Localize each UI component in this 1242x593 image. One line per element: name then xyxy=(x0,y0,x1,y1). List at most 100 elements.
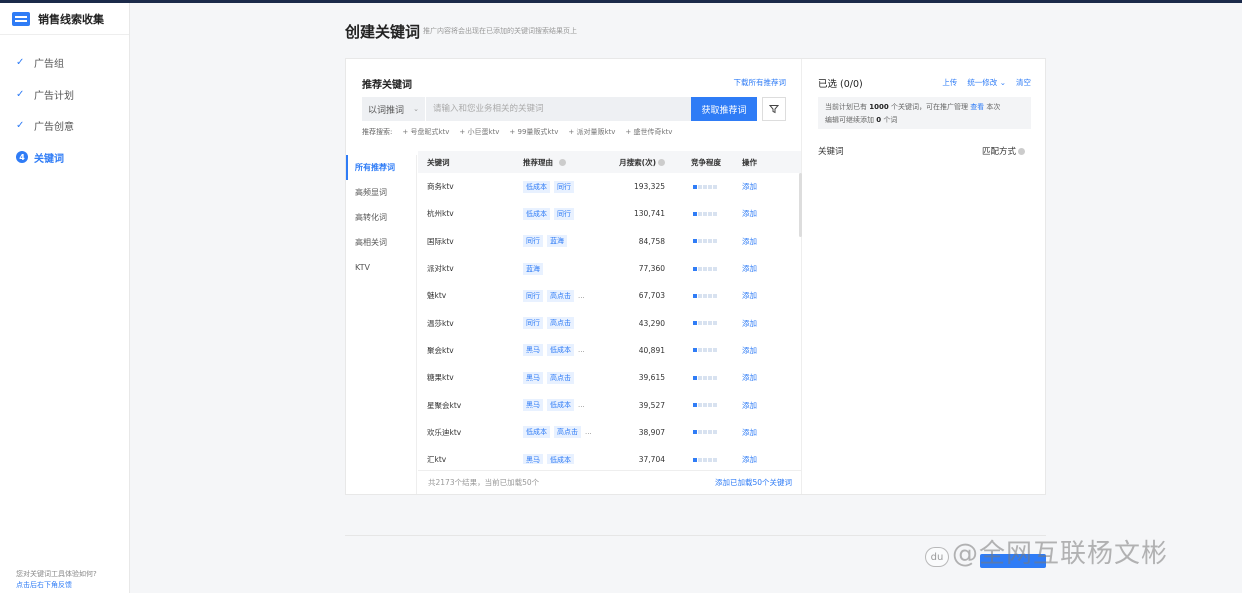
reason-tag: 高点击 xyxy=(554,426,581,439)
reason-tag: 高点击 xyxy=(547,317,574,330)
get-recommend-button[interactable]: 获取推荐词 xyxy=(691,97,757,121)
add-keyword-button[interactable]: 添加 xyxy=(727,181,777,192)
reason-tag: 同行 xyxy=(554,180,574,193)
competition-segment xyxy=(698,348,702,353)
keyword-table: 关键词 推荐理由 月搜索(次) 竞争程度 操作 商务ktv 低成本 同行 193,32… xyxy=(418,151,801,464)
feedback-link[interactable]: 点击后右下角反馈 xyxy=(16,580,97,591)
suggestion-item[interactable]: + 盛世传奇ktv xyxy=(625,127,672,137)
keyword-cell: 魅ktv xyxy=(427,291,447,301)
step-ad-group[interactable]: ✓ 广告组 xyxy=(0,47,129,79)
reason-tag: 同行 xyxy=(554,207,574,220)
help-icon[interactable] xyxy=(559,158,566,166)
reason-cell: 同行 高点击... xyxy=(523,289,608,302)
add-keyword-button[interactable]: 添加 xyxy=(727,345,777,356)
download-all-link[interactable]: 下载所有推荐词 xyxy=(734,77,787,88)
selected-col-match: 匹配方式 xyxy=(982,145,1025,157)
reason-cell: 黑马 低成本... xyxy=(523,344,608,357)
upload-button[interactable]: 上传 xyxy=(942,77,957,88)
header-competition: 竞争程度 xyxy=(691,157,721,167)
step-keywords[interactable]: 4 关键词 xyxy=(0,142,129,174)
table-row: 温莎ktv 同行 高点击 43,290 添加 xyxy=(418,309,801,336)
competition-meter xyxy=(665,321,727,326)
step-ad-creative[interactable]: ✓ 广告创意 xyxy=(0,110,129,142)
help-icon[interactable] xyxy=(1018,148,1025,155)
table-row: 国际ktv 同行 蓝海 84,758 添加 xyxy=(418,228,801,255)
suggestion-item[interactable]: + 号盘昵式ktv xyxy=(402,127,449,137)
app-logo-icon xyxy=(12,11,30,26)
suggestion-item[interactable]: + 派对量贩ktv xyxy=(568,127,615,137)
category-high-display[interactable]: 高频显词 xyxy=(346,180,416,205)
table-row: 魅ktv 同行 高点击... 67,703 添加 xyxy=(418,282,801,309)
add-keyword-button[interactable]: 添加 xyxy=(727,208,777,219)
add-keyword-button[interactable]: 添加 xyxy=(727,427,777,438)
competition-segment xyxy=(708,403,712,408)
reason-tag: 黑马 xyxy=(523,399,543,412)
mode-select[interactable]: 以词推词 ⌄ xyxy=(362,97,426,121)
table-scrollbar[interactable] xyxy=(799,173,802,237)
selected-panel: 已选 (0/0) 上传 统一修改 ⌄ 清空 当前计划已有 1000 个关键词，可… xyxy=(803,59,1046,494)
competition-segment xyxy=(708,430,712,435)
table-footer: 共2173个结果，当前已加载50个 添加已加载50个关键词 xyxy=(418,470,801,494)
add-keyword-button[interactable]: 添加 xyxy=(727,263,777,274)
monthly-search-cell: 39,615 xyxy=(638,373,665,383)
competition-segment xyxy=(708,184,712,189)
monthly-search-cell: 40,891 xyxy=(638,345,665,355)
add-keyword-button[interactable]: 添加 xyxy=(727,236,777,247)
competition-segment xyxy=(698,293,702,298)
suggestion-label: 推荐搜索: xyxy=(362,128,393,136)
more-tags-icon[interactable]: ... xyxy=(585,428,592,436)
selected-table-header: 关键词 匹配方式 xyxy=(818,145,1031,157)
add-keyword-button[interactable]: 添加 xyxy=(727,372,777,383)
add-all-loaded-button[interactable]: 添加已加载50个关键词 xyxy=(715,477,792,488)
step-label: 广告创意 xyxy=(34,122,74,134)
suggestion-item[interactable]: + 99量贩式ktv xyxy=(509,127,558,137)
category-all[interactable]: 所有推荐词 xyxy=(346,155,416,180)
competition-segment xyxy=(698,266,702,271)
help-icon[interactable] xyxy=(658,159,665,166)
category-high-conversion[interactable]: 高转化词 xyxy=(346,205,416,230)
add-keyword-button[interactable]: 添加 xyxy=(727,400,777,411)
competition-meter xyxy=(665,348,727,353)
suggestion-item[interactable]: + 小巨蛋ktv xyxy=(459,127,499,137)
category-high-relevance[interactable]: 高相关词 xyxy=(346,230,416,255)
reason-cell: 黑马 高点击 xyxy=(523,371,608,384)
clear-button[interactable]: 清空 xyxy=(1016,77,1031,88)
add-keyword-button[interactable]: 添加 xyxy=(727,454,777,464)
category-ktv[interactable]: KTV xyxy=(346,255,416,280)
reason-cell: 低成本 高点击... xyxy=(523,426,608,439)
competition-segment xyxy=(708,348,712,353)
more-tags-icon[interactable]: ... xyxy=(578,401,585,409)
more-tags-icon[interactable]: ... xyxy=(578,292,585,300)
add-keyword-button[interactable]: 添加 xyxy=(727,318,777,329)
keyword-cell: 聚会ktv xyxy=(427,345,454,355)
batch-edit-dropdown[interactable]: 统一修改 ⌄ xyxy=(967,77,1006,88)
more-tags-icon[interactable]: ... xyxy=(578,346,585,354)
reason-tag: 黑马 xyxy=(523,453,543,464)
filter-button[interactable] xyxy=(762,97,786,121)
competition-segment xyxy=(698,239,702,244)
step-ad-plan[interactable]: ✓ 广告计划 xyxy=(0,79,129,111)
competition-segment xyxy=(708,321,712,326)
keyword-search-input[interactable] xyxy=(426,97,691,121)
competition-meter xyxy=(665,184,727,189)
reason-cell: 同行 蓝海 xyxy=(523,235,608,248)
header-action: 操作 xyxy=(742,157,757,167)
table-row: 汇ktv 黑马 低成本 37,704 添加 xyxy=(418,446,801,464)
competition-segment xyxy=(693,375,697,380)
add-keyword-button[interactable]: 添加 xyxy=(727,290,777,301)
competition-segment xyxy=(703,239,707,244)
competition-meter xyxy=(665,266,727,271)
selected-actions: 上传 统一修改 ⌄ 清空 xyxy=(942,77,1031,88)
competition-segment xyxy=(708,266,712,271)
monthly-search-cell: 38,907 xyxy=(638,427,665,437)
search-row: 以词推词 ⌄ 获取推荐词 xyxy=(362,97,757,121)
competition-segment xyxy=(713,266,717,271)
keyword-cell: 温莎ktv xyxy=(427,318,454,328)
reason-tag: 低成本 xyxy=(547,453,574,464)
keyword-cell: 商务ktv xyxy=(427,182,454,192)
view-link[interactable]: 查看 xyxy=(970,103,984,111)
suggestion-row: 推荐搜索: + 号盘昵式ktv + 小巨蛋ktv + 99量贩式ktv + 派对… xyxy=(362,127,672,137)
selected-title: 已选 (0/0) xyxy=(818,79,863,90)
monthly-search-cell: 130,741 xyxy=(633,209,665,219)
competition-segment xyxy=(708,457,712,462)
